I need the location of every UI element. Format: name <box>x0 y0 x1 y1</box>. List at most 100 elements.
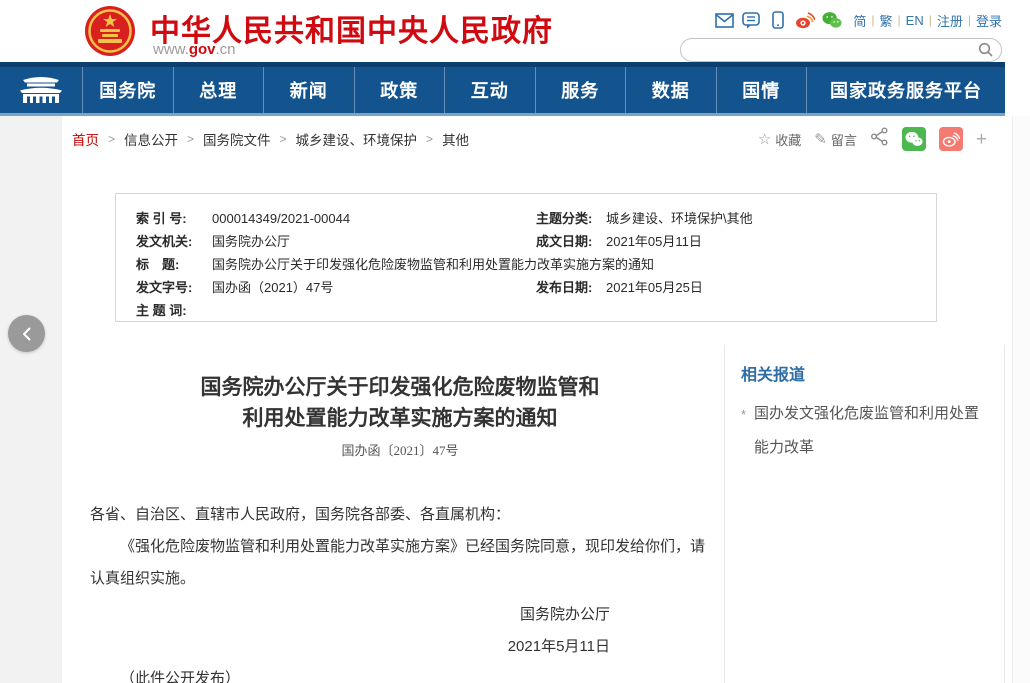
site-header: 中华人民共和国中央人民政府 www.gov.cn <box>0 0 1030 62</box>
more-share-button[interactable]: + <box>976 130 987 149</box>
breadcrumb-separator: > <box>187 132 194 146</box>
lang-simplified[interactable]: 简 <box>853 11 866 30</box>
site-url: www.gov.cn <box>153 41 236 58</box>
document-title: 国务院办公厅关于印发强化危险废物监管和 利用处置能力改革实施方案的通知 <box>90 372 710 434</box>
meta-keywords-value <box>212 299 916 322</box>
weibo-icon[interactable] <box>795 10 815 30</box>
site-url-www: www. <box>153 41 189 58</box>
document-title-line1: 国务院办公厅关于印发强化危险废物监管和 <box>90 372 710 403</box>
breadcrumb-separator: > <box>426 132 433 146</box>
meta-row: 发文机关: 国务院办公厅 成文日期: 2021年05月11日 <box>136 230 916 253</box>
breadcrumb-state-council-docs[interactable]: 国务院文件 <box>203 129 271 149</box>
nav-item-policy[interactable]: 政策 <box>355 67 446 113</box>
breadcrumb-row: 首页 > 信息公开 > 国务院文件 > 城乡建设、环境保护 > 其他 ☆收藏 ✎… <box>62 116 1005 162</box>
register-link[interactable]: 注册 <box>937 11 963 30</box>
public-release-note: （此件公开发布） <box>90 663 710 683</box>
search-input[interactable] <box>693 40 967 60</box>
message-icon[interactable] <box>741 10 761 30</box>
meta-category-value: 城乡建设、环境保护\其他 <box>606 207 916 230</box>
lang-english[interactable]: EN <box>906 13 924 28</box>
meta-index-label: 索 引 号: <box>136 207 212 230</box>
related-news-title: 相关报道 <box>741 361 990 385</box>
related-news-sidebar: 相关报道 * 国办发文强化危废监管和利用处置能力改革 <box>724 345 1005 683</box>
nav-item-interaction[interactable]: 互动 <box>445 67 536 113</box>
meta-row: 发文字号: 国办函（2021）47号 发布日期: 2021年05月25日 <box>136 276 916 299</box>
login-link[interactable]: 登录 <box>976 11 1002 30</box>
breadcrumb: 首页 > 信息公开 > 国务院文件 > 城乡建设、环境保护 > 其他 <box>62 129 469 149</box>
header-right: 简 | 繁 | EN | 注册 | 登录 <box>680 9 1002 62</box>
favorite-label: 收藏 <box>775 130 801 149</box>
nav-item-premier[interactable]: 总理 <box>174 67 265 113</box>
lang-traditional[interactable]: 繁 <box>880 11 893 30</box>
header-icon-row: 简 | 繁 | EN | 注册 | 登录 <box>680 9 1002 31</box>
weibo-share-icon[interactable] <box>939 127 963 151</box>
nav-item-gov-service-platform[interactable]: 国家政务服务平台 <box>807 67 1005 113</box>
bullet: * <box>741 398 746 432</box>
meta-row: 标 题: 国务院办公厅关于印发强化危险废物监管和利用处置能力改革实施方案的通知 <box>136 253 916 276</box>
share-icon[interactable] <box>870 127 889 151</box>
mail-icon[interactable] <box>714 10 734 30</box>
body-paragraph: 《强化危险废物监管和利用处置能力改革实施方案》已经国务院同意，现印发给你们，请认… <box>90 531 710 595</box>
separator: | <box>968 13 971 27</box>
breadcrumb-urban-env[interactable]: 城乡建设、环境保护 <box>296 129 418 149</box>
comment-button[interactable]: ✎留言 <box>814 130 857 149</box>
search-bar <box>680 38 1002 62</box>
meta-written-date-value: 2021年05月11日 <box>606 230 916 253</box>
scrollbar-track[interactable] <box>1012 116 1030 683</box>
nav-item-data[interactable]: 数据 <box>626 67 717 113</box>
mobile-icon[interactable] <box>768 10 788 30</box>
document-body: 国务院办公厅关于印发强化危险废物监管和 利用处置能力改革实施方案的通知 国办函〔… <box>90 372 710 683</box>
document-number: 国办函〔2021〕47号 <box>90 440 710 459</box>
main-nav: 国务院 总理 新闻 政策 互动 服务 数据 国情 国家政务服务平台 <box>0 62 1005 116</box>
lang-links: 简 | 繁 | EN | 注册 | 登录 <box>853 11 1002 30</box>
salutation-paragraph: 各省、自治区、直辖市人民政府，国务院各部委、各直属机构： <box>90 499 710 531</box>
signature-office: 国务院办公厅 <box>90 599 610 631</box>
meta-title-label: 标 题: <box>136 253 212 276</box>
meta-category-label: 主题分类: <box>536 207 606 230</box>
document-title-line2: 利用处置能力改革实施方案的通知 <box>90 403 710 434</box>
wechat-icon[interactable] <box>822 10 842 30</box>
breadcrumb-separator: > <box>280 132 287 146</box>
gov-cn-page: 中华人民共和国中央人民政府 www.gov.cn <box>0 0 1030 683</box>
meta-publish-date-value: 2021年05月25日 <box>606 276 916 299</box>
meta-index-value: 000014349/2021-00044 <box>212 207 536 230</box>
nav-item-news[interactable]: 新闻 <box>264 67 355 113</box>
breadcrumb-separator: > <box>108 132 115 146</box>
meta-issuer-value: 国务院办公厅 <box>212 230 536 253</box>
tiananmen-icon[interactable] <box>0 67 83 113</box>
meta-publish-date-label: 发布日期: <box>536 276 606 299</box>
favorite-button[interactable]: ☆收藏 <box>758 130 801 149</box>
nav-item-national-conditions[interactable]: 国情 <box>717 67 808 113</box>
separator: | <box>898 13 901 27</box>
breadcrumb-info-disclosure[interactable]: 信息公开 <box>124 129 178 149</box>
national-emblem-icon <box>84 5 136 57</box>
nav-item-services[interactable]: 服务 <box>536 67 627 113</box>
left-gutter <box>0 116 62 683</box>
comment-label: 留言 <box>831 130 857 149</box>
breadcrumb-other: 其他 <box>442 129 469 149</box>
meta-row: 索 引 号: 000014349/2021-00044 主题分类: 城乡建设、环… <box>136 207 916 230</box>
meta-written-date-label: 成文日期: <box>536 230 606 253</box>
back-arrow-button[interactable] <box>8 315 45 352</box>
meta-title-value: 国务院办公厅关于印发强化危险废物监管和利用处置能力改革实施方案的通知 <box>212 253 916 276</box>
nav-item-state-council[interactable]: 国务院 <box>83 67 174 113</box>
site-url-cn: .cn <box>216 41 236 58</box>
breadcrumb-home[interactable]: 首页 <box>72 129 99 149</box>
meta-issuer-label: 发文机关: <box>136 230 212 253</box>
meta-doc-number-label: 发文字号: <box>136 276 212 299</box>
signature-date: 2021年5月11日 <box>90 631 610 663</box>
document-meta-box: 索 引 号: 000014349/2021-00044 主题分类: 城乡建设、环… <box>115 193 937 322</box>
separator: | <box>871 13 874 27</box>
meta-row: 主 题 词: <box>136 299 916 322</box>
wechat-share-icon[interactable] <box>902 127 926 151</box>
signature-block: 国务院办公厅 2021年5月11日 <box>90 599 710 663</box>
separator: | <box>929 13 932 27</box>
search-icon[interactable] <box>978 42 994 58</box>
site-url-gov: gov <box>189 41 216 58</box>
related-news-text: 国办发文强化危废监管和利用处置能力改革 <box>754 405 979 456</box>
related-news-link[interactable]: * 国办发文强化危废监管和利用处置能力改革 <box>741 397 990 465</box>
meta-keywords-label: 主 题 词: <box>136 299 212 322</box>
meta-doc-number-value: 国办函（2021）47号 <box>212 276 536 299</box>
page-actions: ☆收藏 ✎留言 + <box>758 127 1005 151</box>
pencil-icon: ✎ <box>814 130 827 148</box>
